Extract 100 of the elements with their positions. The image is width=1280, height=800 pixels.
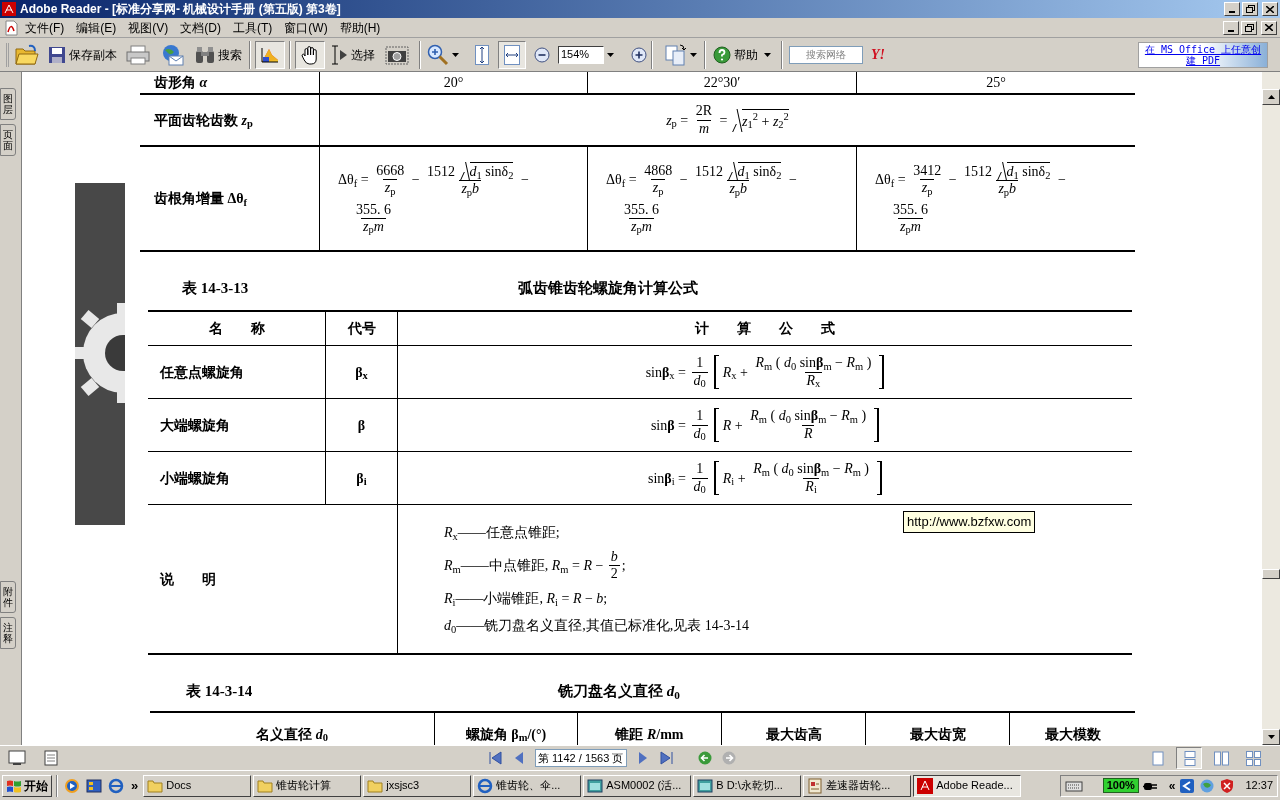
fit-width-button[interactable] [498, 40, 526, 69]
zoom-in-icon[interactable] [427, 43, 449, 66]
taskbar-button[interactable]: 锥齿轮计算 [253, 774, 362, 797]
table-title: 弧齿锥齿轮螺旋角计算公式 [518, 278, 698, 298]
help-icon [713, 45, 731, 64]
caret-icon[interactable] [452, 52, 459, 57]
table-cell-text: 22°30′ [703, 74, 741, 92]
hand-icon [301, 44, 319, 65]
column-header: 螺旋角 β$_{m}$/(°) [465, 725, 547, 745]
menu-item[interactable]: 工具(T) [227, 18, 279, 37]
browser-icon [477, 777, 494, 794]
column-header: 锥距 R/mm [615, 725, 684, 744]
column-header: 最大模数 [1044, 725, 1101, 744]
document-icon[interactable] [44, 750, 58, 766]
printer-icon[interactable] [126, 43, 150, 66]
clock[interactable]: 12:37 [1245, 777, 1273, 794]
taskbar-button[interactable]: Docs [143, 774, 252, 797]
app-icon [2, 2, 16, 16]
side-panel-tab[interactable]: 附件 [0, 581, 16, 613]
table-cell-text: 小端螺旋角 [160, 469, 230, 488]
folder-icon [367, 778, 384, 793]
taskbar-button[interactable]: 差速器齿轮... [803, 774, 912, 797]
side-panel-tab[interactable]: 图层 [0, 88, 16, 120]
page-number-field[interactable]: 第 1142 / 1563 页 [535, 749, 627, 767]
taskbar-button[interactable]: 锥齿轮、伞... [473, 774, 582, 797]
restore-button[interactable] [1242, 2, 1258, 16]
shield-icon[interactable] [1219, 777, 1236, 794]
table-cell-text: 齿根角增量 Δθ$_{f}$ [154, 190, 248, 209]
side-panel-tab[interactable]: 注释 [0, 617, 16, 649]
browser-icon[interactable] [108, 777, 124, 794]
caret-icon[interactable] [764, 52, 771, 57]
column-header: 计 算 公 式 [695, 320, 835, 338]
formula: R$_{x}$——任意点锥距; [444, 523, 560, 543]
scroll-up-button[interactable] [1262, 89, 1280, 105]
open-folder-icon[interactable] [15, 43, 39, 66]
column-header: 名义直径 d$_{0}$ [256, 725, 328, 745]
more-button[interactable]: » [128, 775, 142, 796]
web-search-field[interactable]: 搜索网络 [789, 45, 863, 64]
single-page-icon [1149, 750, 1165, 766]
page-thumbnail-icon[interactable] [8, 750, 26, 766]
scroll-thumb[interactable] [1262, 569, 1280, 579]
email-globe-icon[interactable] [160, 43, 184, 66]
menu-item[interactable]: 视图(V) [122, 18, 175, 37]
caret-icon[interactable] [607, 52, 614, 57]
table-cell-text: 平面齿轮齿数 z$_{p}$ [154, 111, 253, 131]
continuous-facing-icon [1245, 750, 1261, 766]
select-tool-button[interactable]: 选择 [327, 40, 379, 69]
promo-link[interactable]: 在 MS Office 上任意创建 PDF [1138, 41, 1268, 68]
zoom-out-icon[interactable] [534, 46, 550, 63]
taskbar-button[interactable]: Adobe Reade... [913, 774, 1022, 797]
menu-item[interactable]: 编辑(E) [70, 18, 123, 37]
facing-pages-icon [1213, 750, 1229, 766]
first-page-icon [488, 751, 502, 765]
menu-item[interactable]: 帮助(H) [333, 18, 387, 37]
taskbar-button[interactable]: ASM0002 (活... [583, 774, 692, 797]
text-cursor-arrow-icon [331, 44, 349, 65]
tooltip: http://www.bzfxw.com [903, 511, 1036, 533]
menu-item[interactable]: 窗口(W) [278, 18, 334, 37]
camera-icon[interactable] [385, 43, 409, 66]
scroll-down-button[interactable] [1262, 729, 1280, 745]
color-tool-button[interactable] [255, 40, 285, 69]
search-button[interactable]: 搜索 [192, 41, 245, 68]
minimize-button[interactable] [1224, 2, 1240, 16]
scrollbar[interactable] [1262, 72, 1280, 745]
keyboard-icon[interactable] [1064, 778, 1083, 793]
side-panel-tab[interactable]: 页面 [0, 124, 16, 156]
hand-tool-button[interactable] [295, 40, 325, 69]
start-button[interactable]: 开始 [2, 774, 52, 797]
table-cell-text: 大端螺旋角 [160, 416, 230, 435]
table-number: 表 14-3-13 [182, 278, 250, 298]
continuous-page-button[interactable] [1176, 747, 1202, 769]
zoom-in-icon[interactable] [631, 46, 647, 63]
battery-indicator[interactable]: 100% [1102, 778, 1139, 793]
show-desktop-icon[interactable] [86, 777, 102, 794]
page-tools-icon[interactable] [665, 43, 687, 66]
yahoo-logo[interactable]: Y! [871, 44, 885, 65]
down-arrow-icon [1267, 735, 1275, 739]
table-cell-text: 齿形角 α [154, 74, 208, 92]
zoom-field[interactable]: 154% [558, 45, 604, 64]
restore-button[interactable] [1241, 20, 1257, 35]
taskbar-button[interactable]: jxsjsc3 [363, 774, 472, 797]
close-button[interactable] [1262, 2, 1278, 16]
minimize-button[interactable] [1223, 20, 1239, 35]
pdf-document-icon[interactable] [3, 19, 19, 36]
close-button[interactable] [1261, 20, 1277, 35]
table-number: 表 14-3-14 [186, 681, 254, 701]
save-copy-button[interactable]: 保存副本 [45, 41, 120, 68]
formula: R$_{i}$——小端锥距, R$_{i}$ = R − b; [444, 590, 608, 610]
menu-item[interactable]: 文件(F) [19, 18, 71, 37]
back-icon [698, 751, 712, 765]
taskbar-button[interactable]: B D:\永乾切... [693, 774, 802, 797]
app-icon [917, 777, 934, 794]
windows-logo-icon [6, 778, 22, 793]
expand-tray-button[interactable]: « [1168, 776, 1176, 795]
table-title: 铣刀盘名义直径 d$_{0}$ [558, 681, 680, 703]
help-button[interactable]: 帮助 [710, 41, 777, 68]
menu-item[interactable]: 文档(D) [174, 18, 227, 37]
arrow-app-icon[interactable] [1179, 777, 1196, 794]
media-player-icon[interactable] [64, 777, 80, 794]
caret-icon[interactable] [690, 52, 697, 57]
